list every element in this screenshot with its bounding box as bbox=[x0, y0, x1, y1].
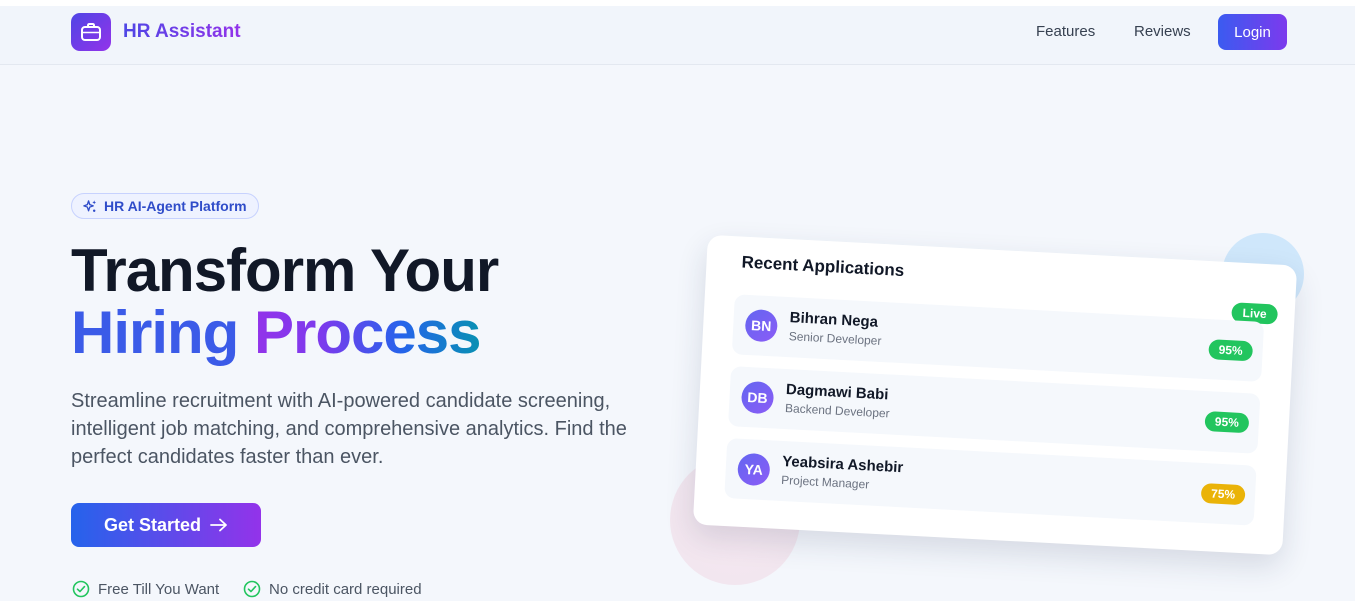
avatar: BN bbox=[744, 308, 779, 343]
headline-line-1: Transform Your bbox=[71, 237, 499, 304]
headline-line-2: Hiring Process bbox=[71, 302, 498, 364]
nav-link-reviews[interactable]: Reviews bbox=[1134, 23, 1191, 40]
get-started-button[interactable]: Get Started bbox=[71, 503, 261, 547]
match-score-badge: 95% bbox=[1208, 339, 1254, 362]
login-button[interactable]: Login bbox=[1218, 14, 1287, 50]
avatar: YA bbox=[736, 452, 771, 487]
match-score-badge: 95% bbox=[1204, 411, 1250, 434]
candidate-name: Dagmawi Babi bbox=[785, 381, 889, 404]
perk-free: Free Till You Want bbox=[72, 580, 219, 598]
headline-word-process: Process bbox=[254, 299, 481, 366]
match-score-badge: 75% bbox=[1200, 482, 1246, 506]
hero-headline: Transform Your Hiring Process bbox=[71, 237, 499, 364]
brand-name[interactable]: HR Assistant bbox=[123, 21, 241, 43]
hero-subtitle: Streamline recruitment with AI-powered c… bbox=[71, 390, 627, 468]
application-row[interactable]: DB Dagmawi Babi Backend Developer 95% bbox=[728, 366, 1261, 454]
candidate-name: Yeabsira Ashebir bbox=[781, 452, 904, 477]
nav-link-features[interactable]: Features bbox=[1036, 23, 1095, 40]
get-started-label: Get Started bbox=[103, 514, 202, 535]
applications-card-wrapper: Recent Applications Live BN Bihran Nega … bbox=[692, 234, 1298, 556]
candidate-role: Project Manager bbox=[780, 472, 870, 492]
perk-label: No credit card required bbox=[269, 580, 422, 598]
badge-label: HR AI-Agent Platform bbox=[104, 198, 247, 214]
briefcase-icon bbox=[81, 23, 101, 41]
perk-label: Free Till You Want bbox=[98, 580, 220, 598]
check-circle-icon bbox=[243, 580, 261, 598]
arrow-right-icon bbox=[210, 518, 227, 532]
candidate-role: Backend Developer bbox=[784, 401, 890, 421]
platform-badge: HR AI-Agent Platform bbox=[71, 193, 259, 219]
headline-word-hiring: Hiring bbox=[71, 299, 239, 366]
sparkles-icon bbox=[83, 199, 97, 212]
perk-no-card: No credit card required bbox=[243, 580, 422, 598]
card-title: Recent Applications bbox=[741, 252, 905, 281]
logo[interactable] bbox=[71, 13, 111, 51]
application-row[interactable]: BN Bihran Nega Senior Developer 95% bbox=[731, 294, 1265, 382]
applications-card: Recent Applications Live BN Bihran Nega … bbox=[692, 234, 1298, 556]
candidate-role: Senior Developer bbox=[788, 329, 882, 348]
application-row[interactable]: YA Yeabsira Ashebir Project Manager 75% bbox=[724, 438, 1257, 526]
avatar: DB bbox=[740, 380, 775, 415]
navbar: HR Assistant Features Reviews Login bbox=[0, 6, 1355, 65]
candidate-name: Bihran Nega bbox=[789, 309, 879, 331]
check-circle-icon bbox=[72, 580, 90, 598]
